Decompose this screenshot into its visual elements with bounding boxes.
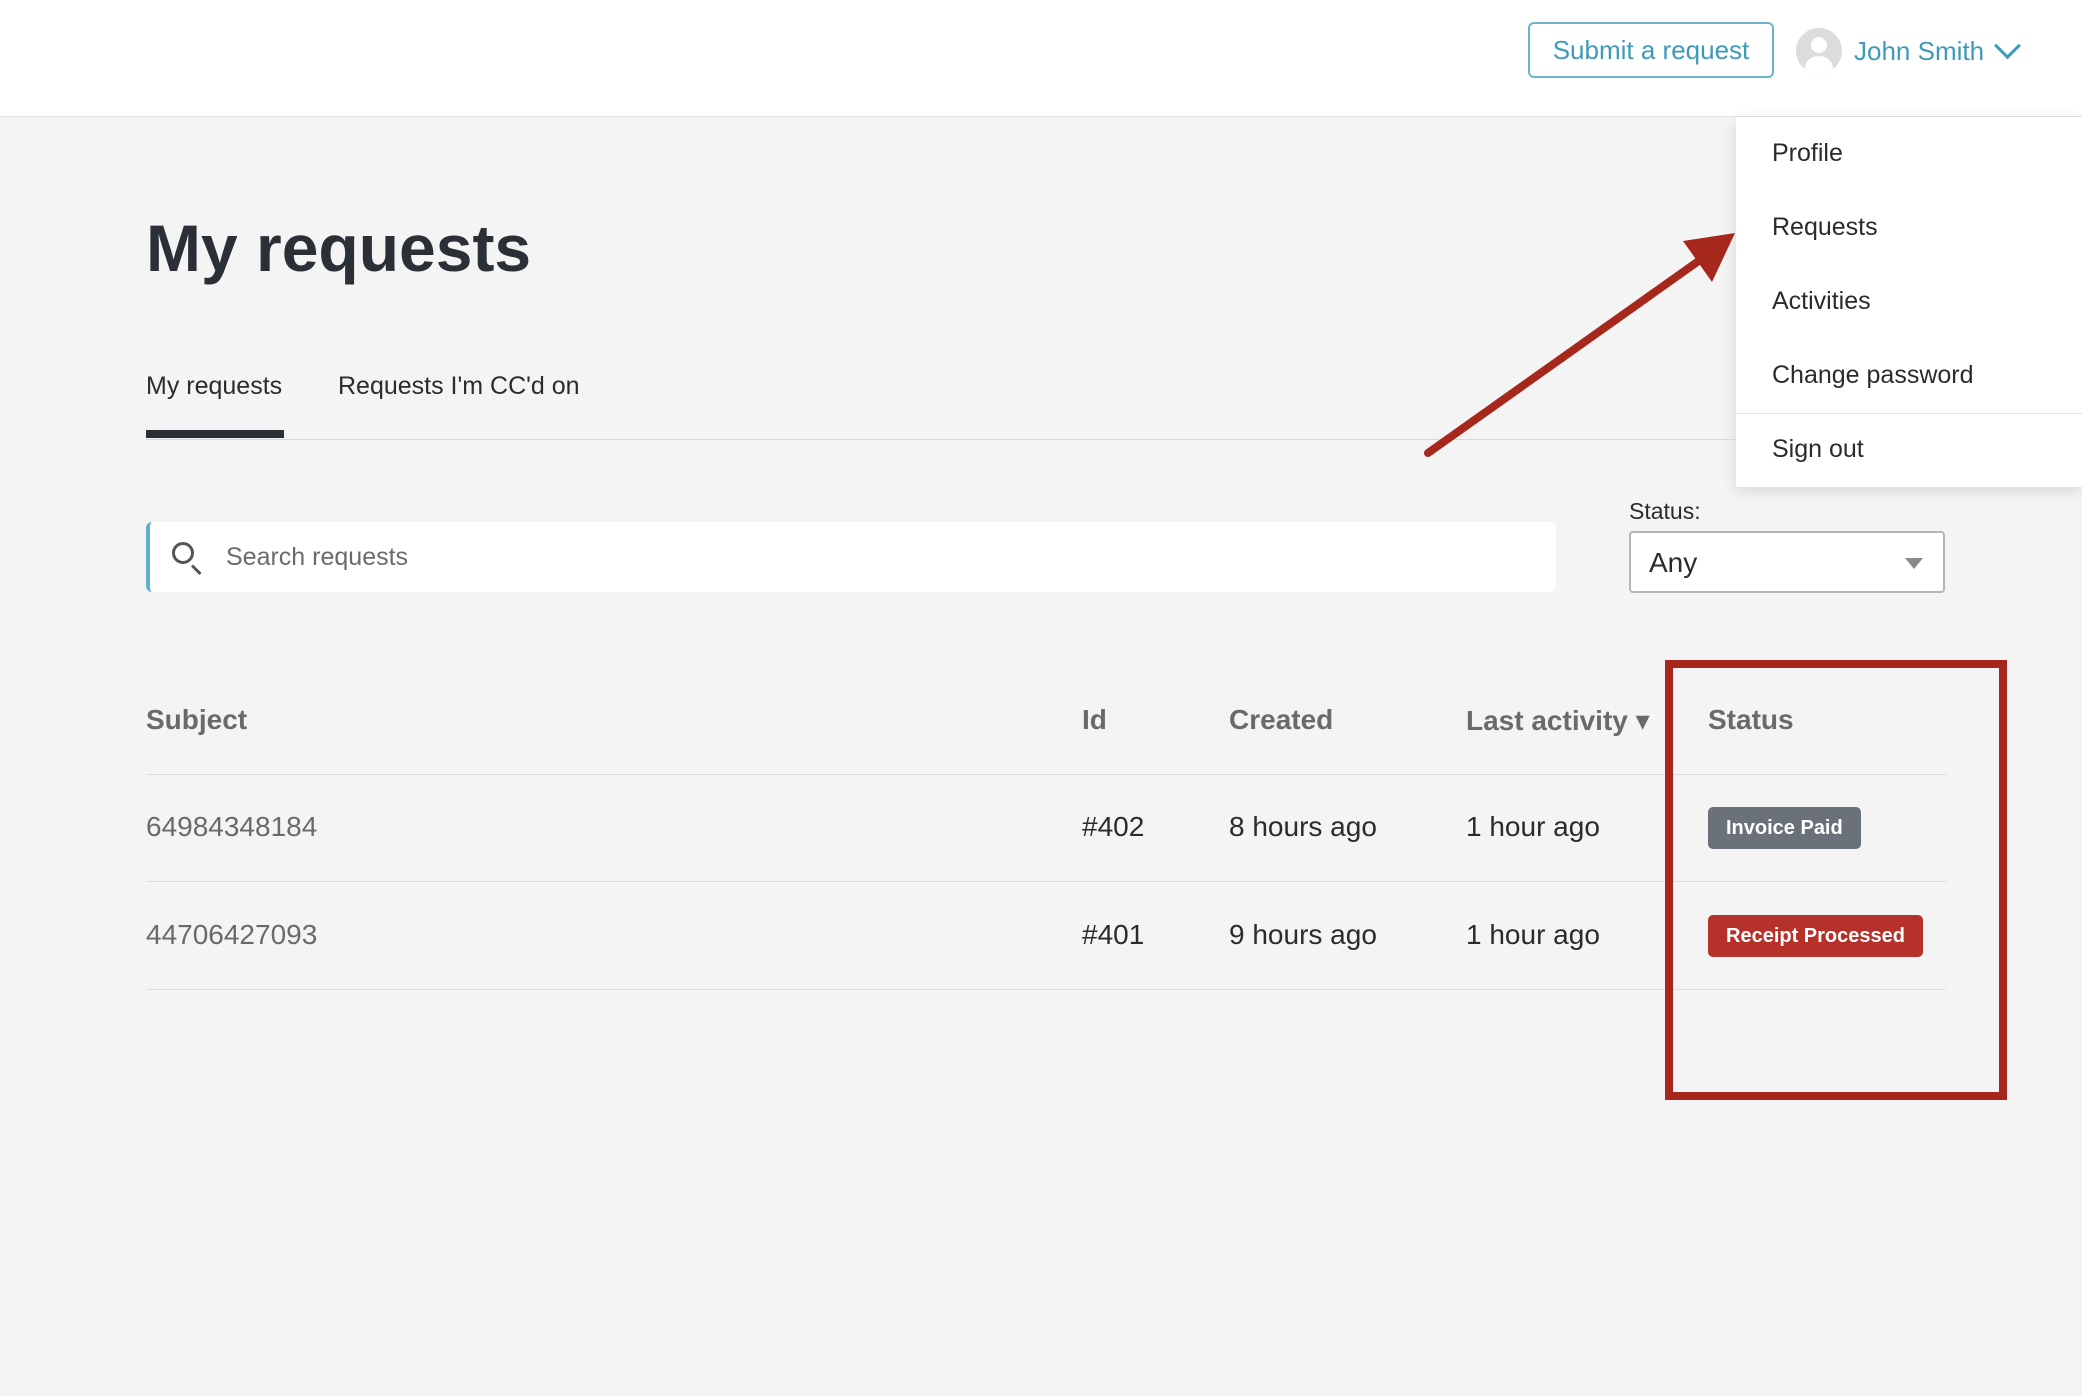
menu-item-change-password[interactable]: Change password <box>1772 361 1974 390</box>
status-filter-label: Status: <box>1629 498 1701 524</box>
active-tab-indicator <box>146 430 284 438</box>
annotation-highlight-box <box>1665 660 2007 1100</box>
menu-item-requests[interactable]: Requests <box>1772 213 1878 242</box>
user-dropdown-menu: Profile Requests Activities Change passw… <box>1736 117 2082 487</box>
search-box <box>146 522 1556 592</box>
page-title: My requests <box>146 211 532 285</box>
menu-item-activities[interactable]: Activities <box>1772 287 1871 316</box>
request-id: #402 <box>1082 811 1145 842</box>
menu-item-sign-out[interactable]: Sign out <box>1772 435 1864 464</box>
submit-request-button[interactable]: Submit a request <box>1528 22 1774 78</box>
request-subject-link[interactable]: 64984348184 <box>146 811 317 843</box>
avatar-icon <box>1796 28 1842 74</box>
request-created: 9 hours ago <box>1229 919 1377 950</box>
tabs-divider <box>146 439 1736 440</box>
menu-item-profile[interactable]: Profile <box>1772 139 1843 168</box>
status-filter-select[interactable]: Any <box>1629 531 1945 593</box>
caret-down-icon <box>1905 558 1923 569</box>
tab-cc-requests[interactable]: Requests I'm CC'd on <box>338 372 580 401</box>
column-header-created[interactable]: Created <box>1229 704 1333 736</box>
search-icon <box>172 542 194 564</box>
search-input[interactable] <box>224 536 1528 578</box>
column-header-id[interactable]: Id <box>1082 704 1107 736</box>
column-header-last-activity[interactable]: Last activity ▾ <box>1466 704 1650 737</box>
top-bar: Submit a request John Smith <box>0 0 2082 117</box>
user-menu-toggle[interactable]: John Smith <box>1796 28 2022 74</box>
request-subject-link[interactable]: 44706427093 <box>146 919 317 951</box>
menu-divider <box>1736 413 2082 414</box>
user-name: John Smith <box>1854 35 1985 66</box>
status-filter-value: Any <box>1649 547 1698 578</box>
request-created: 8 hours ago <box>1229 811 1377 842</box>
request-last-activity: 1 hour ago <box>1466 811 1600 842</box>
request-id: #401 <box>1082 919 1145 950</box>
chevron-down-icon <box>1994 31 2022 59</box>
request-last-activity: 1 hour ago <box>1466 919 1600 950</box>
column-header-subject[interactable]: Subject <box>146 704 247 736</box>
tab-my-requests[interactable]: My requests <box>146 372 282 401</box>
